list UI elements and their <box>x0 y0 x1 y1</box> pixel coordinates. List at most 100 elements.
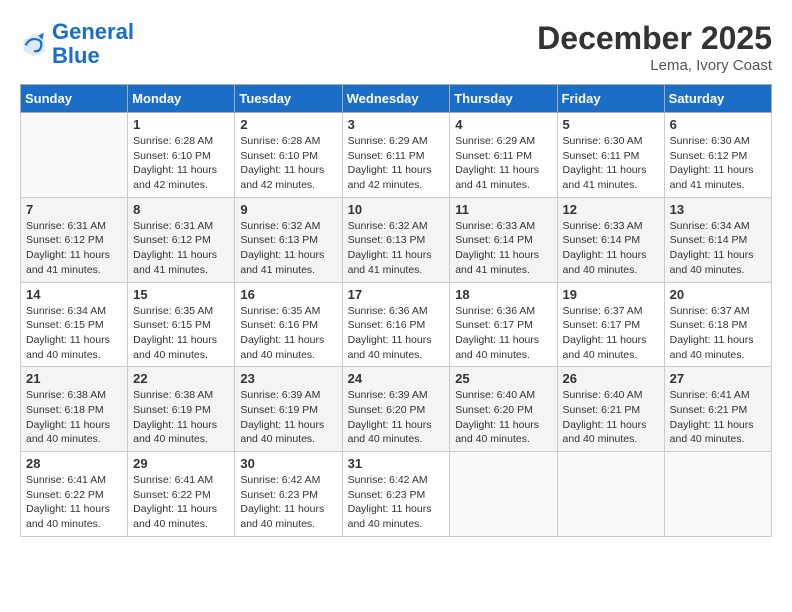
day-info: Sunrise: 6:29 AMSunset: 6:11 PMDaylight:… <box>455 134 551 193</box>
day-number: 15 <box>133 287 229 302</box>
calendar-body: 1 Sunrise: 6:28 AMSunset: 6:10 PMDaylight… <box>21 113 772 537</box>
day-cell: 24Sunrise: 6:39 AMSunset: 6:20 PMDayligh… <box>342 367 450 452</box>
day-number: 25 <box>455 371 551 386</box>
day-cell: 3 Sunrise: 6:29 AMSunset: 6:11 PMDaylight… <box>342 113 450 198</box>
day-number: 6 <box>670 117 766 132</box>
day-cell: 15 Sunrise: 6:35 AMSunset: 6:15 PMDayligh… <box>128 282 235 367</box>
weekday-tuesday: Tuesday <box>235 85 342 113</box>
day-number: 17 <box>348 287 445 302</box>
day-info: Sunrise: 6:39 AMSunset: 6:19 PMDaylight:… <box>240 388 336 447</box>
weekday-saturday: Saturday <box>664 85 771 113</box>
day-cell: 5 Sunrise: 6:30 AMSunset: 6:11 PMDaylight… <box>557 113 664 198</box>
day-cell: 25Sunrise: 6:40 AMSunset: 6:20 PMDayligh… <box>450 367 557 452</box>
day-info: Sunrise: 6:28 AMSunset: 6:10 PMDaylight:… <box>240 134 336 193</box>
day-number: 20 <box>670 287 766 302</box>
day-number: 29 <box>133 456 229 471</box>
day-info: Sunrise: 6:41 AMSunset: 6:22 PMDaylight:… <box>26 473 122 532</box>
day-cell: 20Sunrise: 6:37 AMSunset: 6:18 PMDayligh… <box>664 282 771 367</box>
weekday-wednesday: Wednesday <box>342 85 450 113</box>
day-cell: 4 Sunrise: 6:29 AMSunset: 6:11 PMDaylight… <box>450 113 557 198</box>
day-info: Sunrise: 6:38 AMSunset: 6:19 PMDaylight:… <box>133 388 229 447</box>
week-row-1: 1 Sunrise: 6:28 AMSunset: 6:10 PMDaylight… <box>21 113 772 198</box>
day-number: 8 <box>133 202 229 217</box>
day-cell: 29 Sunrise: 6:41 AMSunset: 6:22 PMDayligh… <box>128 452 235 537</box>
day-info: Sunrise: 6:41 AMSunset: 6:22 PMDaylight:… <box>133 473 229 532</box>
day-info: Sunrise: 6:31 AMSunset: 6:12 PMDaylight:… <box>133 219 229 278</box>
day-info: Sunrise: 6:30 AMSunset: 6:11 PMDaylight:… <box>563 134 659 193</box>
day-cell: 28 Sunrise: 6:41 AMSunset: 6:22 PMDayligh… <box>21 452 128 537</box>
day-cell: 6 Sunrise: 6:30 AMSunset: 6:12 PMDaylight… <box>664 113 771 198</box>
day-cell: 9 Sunrise: 6:32 AMSunset: 6:13 PMDaylight… <box>235 197 342 282</box>
week-row-2: 7 Sunrise: 6:31 AMSunset: 6:12 PMDaylight… <box>21 197 772 282</box>
day-number: 4 <box>455 117 551 132</box>
day-info: Sunrise: 6:36 AMSunset: 6:17 PMDaylight:… <box>455 304 551 363</box>
logo-line2: Blue <box>52 43 100 68</box>
month-title: December 2025 <box>537 20 772 57</box>
week-row-5: 28 Sunrise: 6:41 AMSunset: 6:22 PMDayligh… <box>21 452 772 537</box>
weekday-header-row: SundayMondayTuesdayWednesdayThursdayFrid… <box>21 85 772 113</box>
day-info: Sunrise: 6:32 AMSunset: 6:13 PMDaylight:… <box>348 219 445 278</box>
page-header: General Blue December 2025 Lema, Ivory C… <box>20 20 772 74</box>
day-info: Sunrise: 6:34 AMSunset: 6:15 PMDaylight:… <box>26 304 122 363</box>
day-info: Sunrise: 6:36 AMSunset: 6:16 PMDaylight:… <box>348 304 445 363</box>
day-number: 28 <box>26 456 122 471</box>
day-cell: 18Sunrise: 6:36 AMSunset: 6:17 PMDayligh… <box>450 282 557 367</box>
day-info: Sunrise: 6:29 AMSunset: 6:11 PMDaylight:… <box>348 134 445 193</box>
day-cell: 13 Sunrise: 6:34 AMSunset: 6:14 PMDayligh… <box>664 197 771 282</box>
day-info: Sunrise: 6:32 AMSunset: 6:13 PMDaylight:… <box>240 219 336 278</box>
day-cell: 14 Sunrise: 6:34 AMSunset: 6:15 PMDayligh… <box>21 282 128 367</box>
logo-line1: General <box>52 19 134 44</box>
day-number: 9 <box>240 202 336 217</box>
day-info: Sunrise: 6:35 AMSunset: 6:16 PMDaylight:… <box>240 304 336 363</box>
day-cell: 31Sunrise: 6:42 AMSunset: 6:23 PMDayligh… <box>342 452 450 537</box>
day-number: 2 <box>240 117 336 132</box>
day-cell: 8 Sunrise: 6:31 AMSunset: 6:12 PMDaylight… <box>128 197 235 282</box>
day-number: 16 <box>240 287 336 302</box>
day-cell: 7 Sunrise: 6:31 AMSunset: 6:12 PMDaylight… <box>21 197 128 282</box>
day-cell: 10 Sunrise: 6:32 AMSunset: 6:13 PMDayligh… <box>342 197 450 282</box>
day-number: 1 <box>133 117 229 132</box>
day-number: 24 <box>348 371 445 386</box>
day-number: 12 <box>563 202 659 217</box>
day-info: Sunrise: 6:41 AMSunset: 6:21 PMDaylight:… <box>670 388 766 447</box>
weekday-thursday: Thursday <box>450 85 557 113</box>
day-number: 13 <box>670 202 766 217</box>
day-number: 19 <box>563 287 659 302</box>
day-number: 23 <box>240 371 336 386</box>
day-number: 11 <box>455 202 551 217</box>
day-number: 22 <box>133 371 229 386</box>
weekday-sunday: Sunday <box>21 85 128 113</box>
day-cell: 23 Sunrise: 6:39 AMSunset: 6:19 PMDayligh… <box>235 367 342 452</box>
location: Lema, Ivory Coast <box>537 57 772 74</box>
weekday-friday: Friday <box>557 85 664 113</box>
day-number: 7 <box>26 202 122 217</box>
day-info: Sunrise: 6:35 AMSunset: 6:15 PMDaylight:… <box>133 304 229 363</box>
day-cell <box>21 113 128 198</box>
day-info: Sunrise: 6:33 AMSunset: 6:14 PMDaylight:… <box>455 219 551 278</box>
day-number: 3 <box>348 117 445 132</box>
day-info: Sunrise: 6:30 AMSunset: 6:12 PMDaylight:… <box>670 134 766 193</box>
day-info: Sunrise: 6:37 AMSunset: 6:17 PMDaylight:… <box>563 304 659 363</box>
logo: General Blue <box>20 20 134 68</box>
day-cell: 27 Sunrise: 6:41 AMSunset: 6:21 PMDayligh… <box>664 367 771 452</box>
weekday-monday: Monday <box>128 85 235 113</box>
day-cell: 30 Sunrise: 6:42 AMSunset: 6:23 PMDayligh… <box>235 452 342 537</box>
day-number: 14 <box>26 287 122 302</box>
day-info: Sunrise: 6:38 AMSunset: 6:18 PMDaylight:… <box>26 388 122 447</box>
day-info: Sunrise: 6:40 AMSunset: 6:21 PMDaylight:… <box>563 388 659 447</box>
day-info: Sunrise: 6:42 AMSunset: 6:23 PMDaylight:… <box>240 473 336 532</box>
day-number: 27 <box>670 371 766 386</box>
day-cell: 17 Sunrise: 6:36 AMSunset: 6:16 PMDayligh… <box>342 282 450 367</box>
day-number: 26 <box>563 371 659 386</box>
day-number: 10 <box>348 202 445 217</box>
day-number: 5 <box>563 117 659 132</box>
day-cell: 11 Sunrise: 6:33 AMSunset: 6:14 PMDayligh… <box>450 197 557 282</box>
day-cell: 1Sunrise: 6:28 AMSunset: 6:10 PMDaylight… <box>128 113 235 198</box>
day-cell: 12 Sunrise: 6:33 AMSunset: 6:14 PMDayligh… <box>557 197 664 282</box>
day-info: Sunrise: 6:31 AMSunset: 6:12 PMDaylight:… <box>26 219 122 278</box>
calendar-table: SundayMondayTuesdayWednesdayThursdayFrid… <box>20 84 772 537</box>
day-info: Sunrise: 6:34 AMSunset: 6:14 PMDaylight:… <box>670 219 766 278</box>
day-cell: 21Sunrise: 6:38 AMSunset: 6:18 PMDayligh… <box>21 367 128 452</box>
day-info: Sunrise: 6:33 AMSunset: 6:14 PMDaylight:… <box>563 219 659 278</box>
day-number: 30 <box>240 456 336 471</box>
